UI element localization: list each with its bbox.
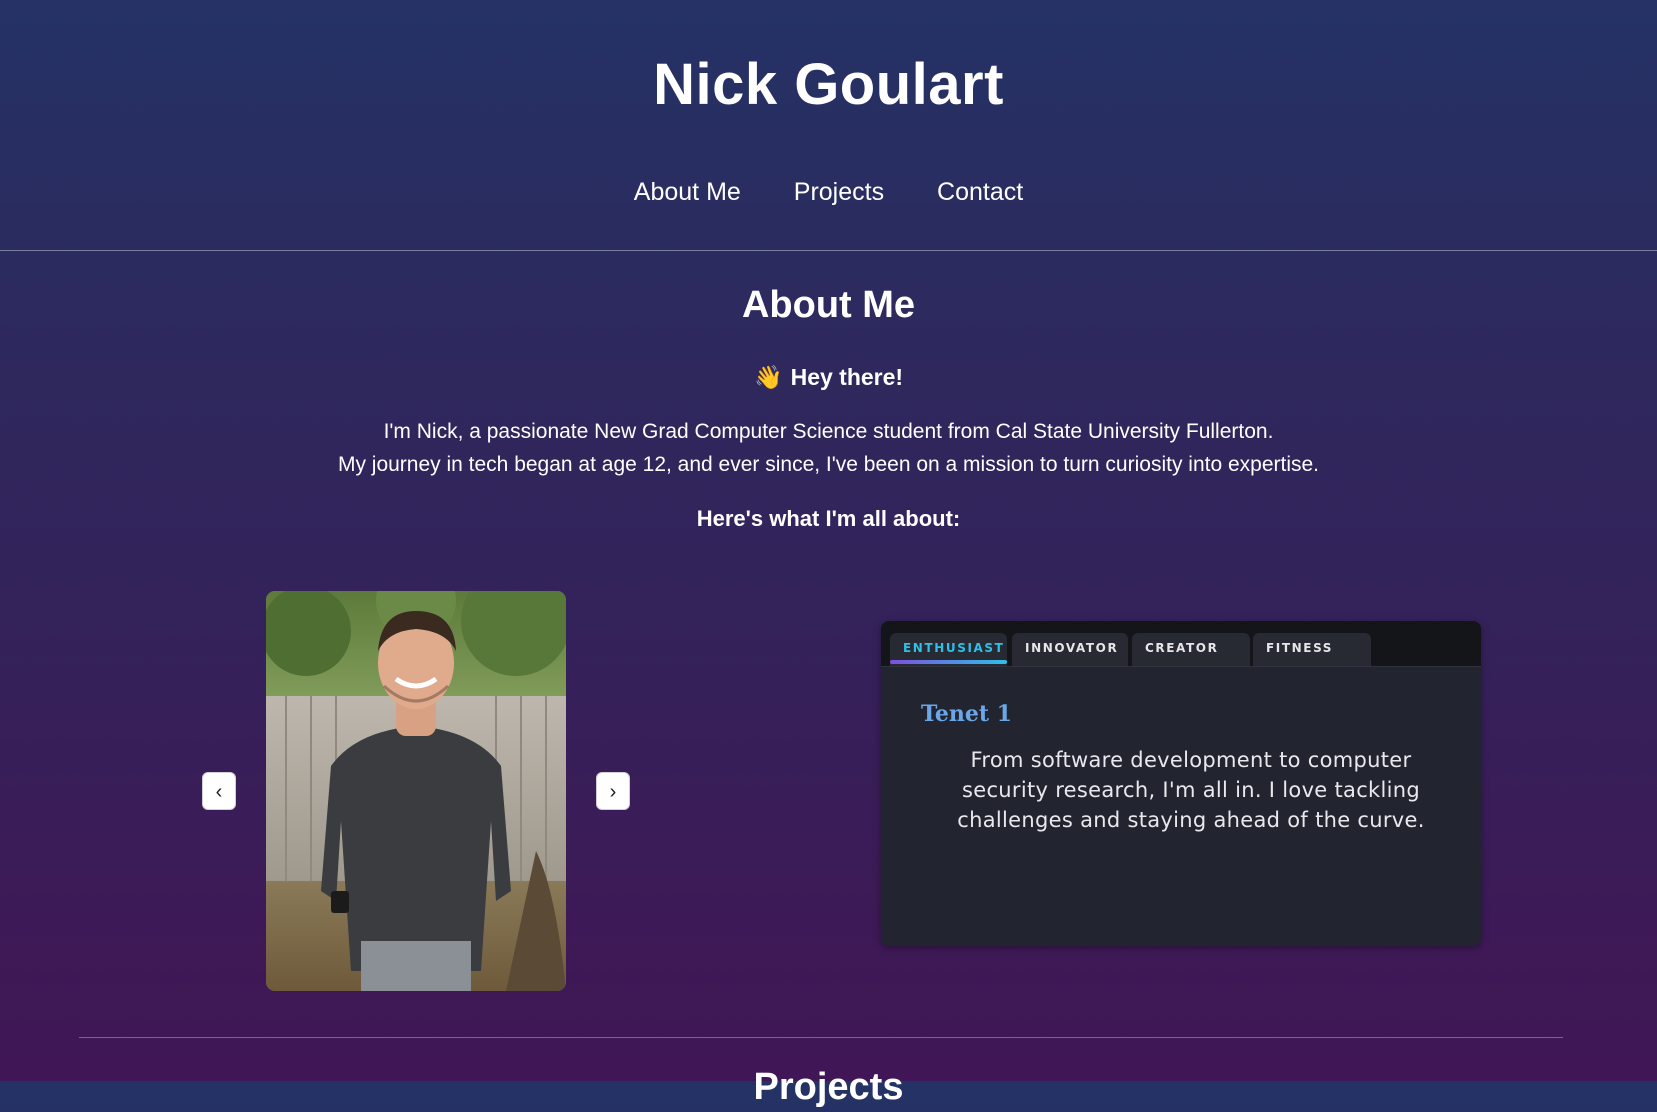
tab-label: CREATOR [1145,641,1219,655]
main-nav: About Me Projects Contact [0,172,1657,212]
about-heading: About Me [741,284,916,326]
greeting: 👋 Hey there! [0,360,1657,394]
intro-text: I'm Nick, a passionate New Grad Computer… [0,415,1657,481]
tenet-tab-bar: ENTHUSIAST INNOVATOR CREATOR FITNESS [881,621,1481,667]
tab-innovator[interactable]: INNOVATOR [1012,633,1128,666]
intro-line-2: My journey in tech began at age 12, and … [337,453,1320,476]
tenet-card: ENTHUSIAST INNOVATOR CREATOR FITNESS Ten… [881,621,1481,946]
intro-line-1: I'm Nick, a passionate New Grad Computer… [383,420,1274,443]
profile-photo-image [266,591,566,991]
about-subheading: Here's what I'm all about: [696,506,961,531]
tab-label: INNOVATOR [1025,641,1119,655]
greeting-text: Hey there! [790,364,904,390]
projects-heading: Projects [753,1066,904,1108]
nav-link-about[interactable]: About Me [634,178,741,206]
tenet-title: Tenet 1 [921,701,1012,727]
tab-label: ENTHUSIAST [903,641,1005,655]
tab-enthusiast[interactable]: ENTHUSIAST [890,633,1007,666]
tenet-body: From software development to computer se… [957,748,1425,832]
tab-label: FITNESS [1266,641,1334,655]
tab-fitness[interactable]: FITNESS [1253,633,1371,666]
profile-photo [266,591,566,991]
site-title: Nick Goulart [653,52,1004,117]
active-tab-indicator [890,660,1007,664]
carousel-prev-button[interactable]: ‹ [202,772,236,810]
nav-link-contact[interactable]: Contact [937,178,1023,206]
nav-link-projects[interactable]: Projects [794,178,884,206]
tab-creator[interactable]: CREATOR [1132,633,1250,666]
carousel-next-button[interactable]: › [596,772,630,810]
waving-hand-icon: 👋 [753,364,783,390]
section-divider [79,1037,1563,1038]
site-header: Nick Goulart About Me Projects Contact [0,0,1657,251]
